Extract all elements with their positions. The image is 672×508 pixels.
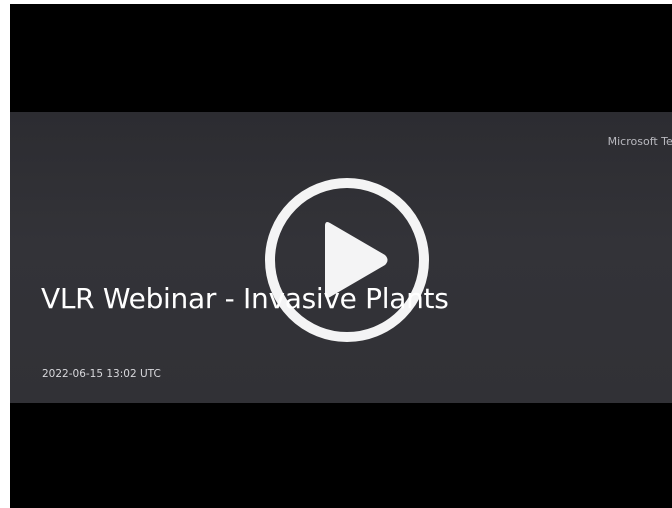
play-icon [265, 178, 429, 342]
brand-label: Microsoft Teams [607, 135, 672, 148]
video-date: 2022-06-15 13:02 UTC [42, 368, 161, 380]
page: Microsoft Teams VLR Webinar - Invasive P… [0, 0, 672, 508]
play-button[interactable] [262, 175, 432, 345]
video-player[interactable]: Microsoft Teams VLR Webinar - Invasive P… [10, 4, 672, 508]
